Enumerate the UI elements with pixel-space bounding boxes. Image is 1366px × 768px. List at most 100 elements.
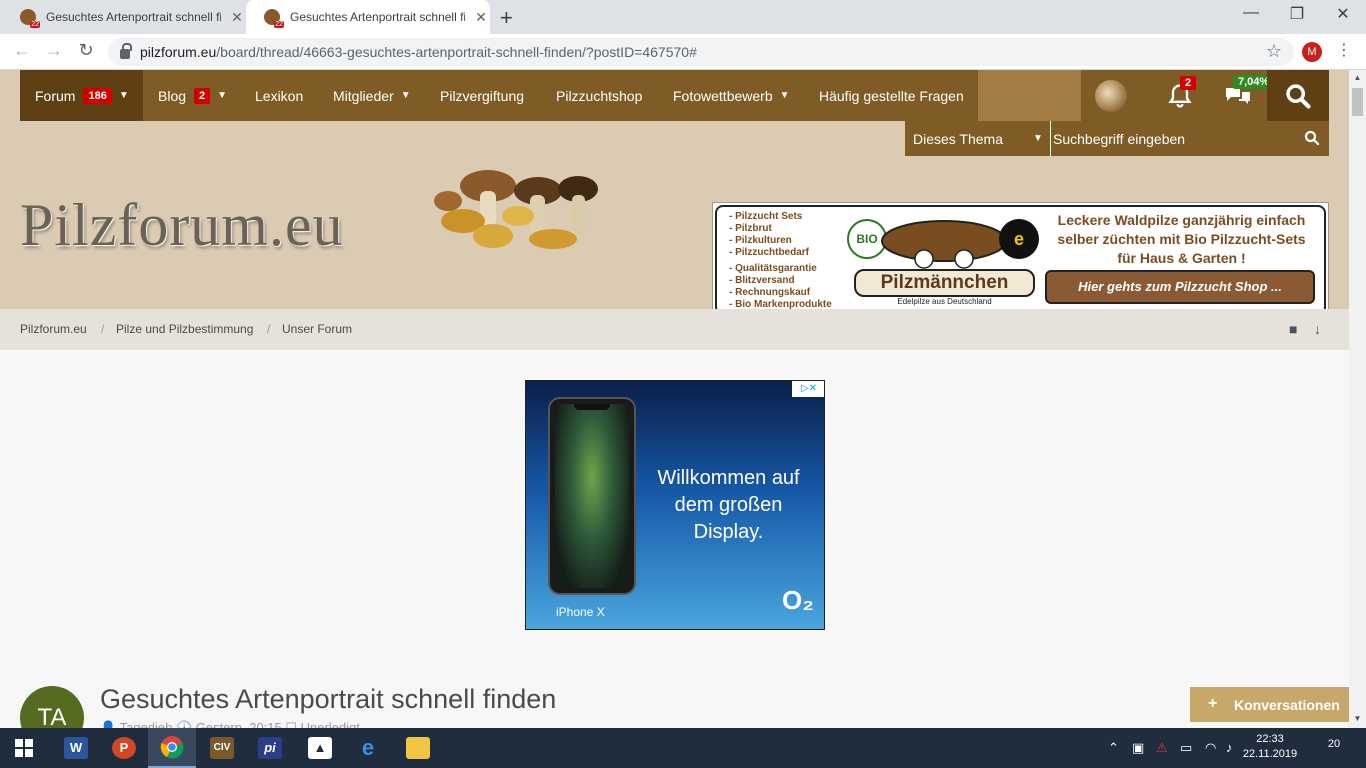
menu-kebab-icon[interactable]: ⋮: [1336, 40, 1352, 60]
tray-volume-icon[interactable]: ♪: [1226, 740, 1233, 755]
edge-app-icon[interactable]: e: [344, 728, 392, 768]
scroll-up-icon[interactable]: ▲: [1349, 73, 1366, 82]
tray-monitor-icon[interactable]: ▣: [1132, 740, 1144, 756]
plus-icon: +: [1208, 695, 1218, 712]
breadcrumb-item[interactable]: Unser Forum: [282, 322, 352, 336]
tab-title: Gesuchtes Artenportrait schnell fi: [46, 10, 221, 24]
nav-item-label: Blog: [158, 87, 187, 104]
breadcrumb: Pilzforum.eu / Pilze und Pilzbestimmung …: [0, 309, 1349, 350]
tab-title: Gesuchtes Artenportrait schnell fi: [290, 10, 465, 24]
banner-list-bottom: - Qualitätsgarantie - Blitzversand - Rec…: [729, 263, 832, 311]
nav-spacer: [978, 70, 1081, 121]
banner-frame: - Pilzzucht Sets - Pilzbrut - Pilzkultur…: [715, 205, 1326, 315]
civ-app-icon[interactable]: CIV: [198, 728, 246, 768]
windows-start-icon[interactable]: [0, 728, 48, 768]
reload-icon[interactable]: ↻: [74, 40, 98, 61]
page-scrollbar[interactable]: ▲ ▼: [1349, 70, 1366, 728]
chrome-logo-icon: [160, 736, 184, 759]
tray-wifi-icon[interactable]: ◠: [1205, 740, 1216, 756]
nav-item-label: Pilzzuchtshop: [556, 87, 643, 104]
chrome-app-icon[interactable]: [148, 728, 196, 768]
scrollbar-thumb[interactable]: [1352, 88, 1363, 116]
word-app-icon[interactable]: W: [52, 728, 100, 768]
scroll-down-icon[interactable]: ▼: [1349, 714, 1366, 723]
bookmark-star-icon[interactable]: ☆: [1266, 41, 1282, 62]
breadcrumb-separator: /: [101, 322, 105, 336]
favicon-icon: [264, 9, 284, 28]
notifications-button[interactable]: 2: [1160, 70, 1200, 121]
adchoices-icon[interactable]: ▷✕: [792, 381, 824, 397]
banner-headline: Leckere Waldpilze ganzjährig einfach sel…: [1057, 212, 1306, 266]
mushroom-illustration: [434, 170, 598, 249]
nav-item-pilzzuchtshop[interactable]: Pilzzuchtshop: [556, 70, 642, 121]
bookmark-icon[interactable]: ■: [1289, 321, 1297, 337]
tray-battery-icon[interactable]: ▭: [1180, 740, 1192, 756]
phone-image: [548, 397, 636, 595]
nav-item-label: Lexikon: [255, 87, 304, 104]
back-icon[interactable]: ←: [10, 40, 34, 61]
conversations-dock[interactable]: + Konversationen: [1190, 687, 1349, 722]
new-tab-icon[interactable]: +: [500, 5, 513, 31]
nav-item-faq[interactable]: Häufig gestellte Fragen: [819, 70, 964, 121]
browser-tab-active[interactable]: Gesuchtes Artenportrait schnell fi ✕: [246, 0, 490, 34]
tab-close-icon[interactable]: ✕: [229, 9, 245, 26]
user-avatar-button[interactable]: [1091, 70, 1131, 121]
trusted-shops-icon: e: [999, 219, 1039, 259]
search-submit-icon[interactable]: [1303, 129, 1321, 147]
nav-item-lexikon[interactable]: Lexikon: [255, 70, 303, 121]
banner-brand: Pilzmännchen: [854, 269, 1035, 297]
nav-item-blog[interactable]: Blog 2 ▼: [158, 70, 227, 121]
powerpoint-app-icon[interactable]: P: [100, 728, 148, 768]
arrow-down-icon[interactable]: ↓: [1314, 321, 1321, 337]
blog-badge: 2: [194, 87, 211, 104]
search-scope-select[interactable]: Dieses Thema ▼: [913, 121, 1043, 156]
breadcrumb-item[interactable]: Pilzforum.eu: [20, 322, 87, 336]
taskbar-clock[interactable]: 22:33 22.11.2019: [1240, 732, 1300, 762]
window-close-icon[interactable]: ✕: [1320, 4, 1366, 24]
favicon-icon: [20, 9, 40, 28]
nav-item-fotowettbewerb[interactable]: Fotowettbewerb ▼: [673, 70, 790, 121]
windows-logo-icon: [15, 739, 33, 757]
address-bar[interactable]: pilzforum.eu/board/thread/46663-gesuchte…: [108, 38, 1294, 66]
action-center-icon[interactable]: 20: [1322, 738, 1346, 758]
windows-taskbar: W P CIV pi ▲ e ⌃ ▣ ⚠ ▭ ◠ ♪ 22:33 22.11.2…: [0, 728, 1366, 768]
url-host: pilzforum.eu: [140, 44, 217, 60]
nav-item-label: Fotowettbewerb: [673, 87, 773, 104]
pi-app-icon[interactable]: pi: [246, 728, 294, 768]
photos-app-icon[interactable]: ▲: [296, 728, 344, 768]
banner-list-item: - Pilzkulturen: [729, 235, 792, 246]
conversations-button[interactable]: 7,04%: [1218, 70, 1275, 121]
nav-item-forum[interactable]: Forum 186 ▼: [20, 70, 143, 121]
conversations-label: Konversationen: [1234, 697, 1340, 713]
tray-antivirus-icon[interactable]: ⚠: [1156, 740, 1168, 756]
ad-brand-logo: O₂: [782, 585, 814, 615]
chevron-down-icon: ▼: [118, 90, 129, 101]
thread-author-avatar[interactable]: TA: [20, 686, 84, 728]
profile-avatar[interactable]: M: [1302, 42, 1322, 62]
search-toggle-button[interactable]: [1267, 70, 1329, 121]
nav-item-pilzvergiftung[interactable]: Pilzvergiftung: [440, 70, 524, 121]
banner-brand-sub: Edelpilze aus Deutschland: [897, 297, 992, 306]
banner-shop-button[interactable]: Hier gehts zum Pilzzucht Shop ...: [1045, 270, 1315, 304]
file-explorer-icon[interactable]: [394, 728, 442, 768]
url-path: /board/thread/46663-gesuchtes-artenportr…: [216, 44, 697, 60]
site-logo[interactable]: Pilzforum.eu: [20, 191, 344, 260]
search-input[interactable]: [1050, 121, 1290, 156]
banner-list-item: - Pilzzucht Sets: [729, 211, 803, 222]
thread-title: Gesuchtes Artenportrait schnell finden: [100, 684, 557, 714]
o2-advertisement[interactable]: ▷✕ Willkommen auf dem großen Display. iP…: [525, 380, 825, 630]
breadcrumb-separator: /: [267, 322, 271, 336]
forward-icon[interactable]: →: [42, 40, 66, 61]
minimize-icon[interactable]: —: [1228, 4, 1274, 22]
lock-icon: [120, 43, 132, 59]
nav-item-mitglieder[interactable]: Mitglieder ▼: [333, 70, 411, 121]
tray-chevron-up-icon[interactable]: ⌃: [1108, 740, 1119, 756]
clock-time: 22:33: [1256, 733, 1284, 745]
browser-tab-strip: Gesuchtes Artenportrait schnell fi ✕ Ges…: [0, 0, 1366, 34]
tab-close-icon[interactable]: ✕: [473, 9, 489, 26]
browser-tab[interactable]: Gesuchtes Artenportrait schnell fi ✕: [2, 0, 246, 34]
restore-icon[interactable]: ❐: [1274, 4, 1320, 24]
forum-badge: 186: [83, 87, 112, 104]
breadcrumb-item[interactable]: Pilze und Pilzbestimmung: [116, 322, 253, 336]
shop-banner[interactable]: - Pilzzucht Sets - Pilzbrut - Pilzkultur…: [712, 202, 1329, 318]
